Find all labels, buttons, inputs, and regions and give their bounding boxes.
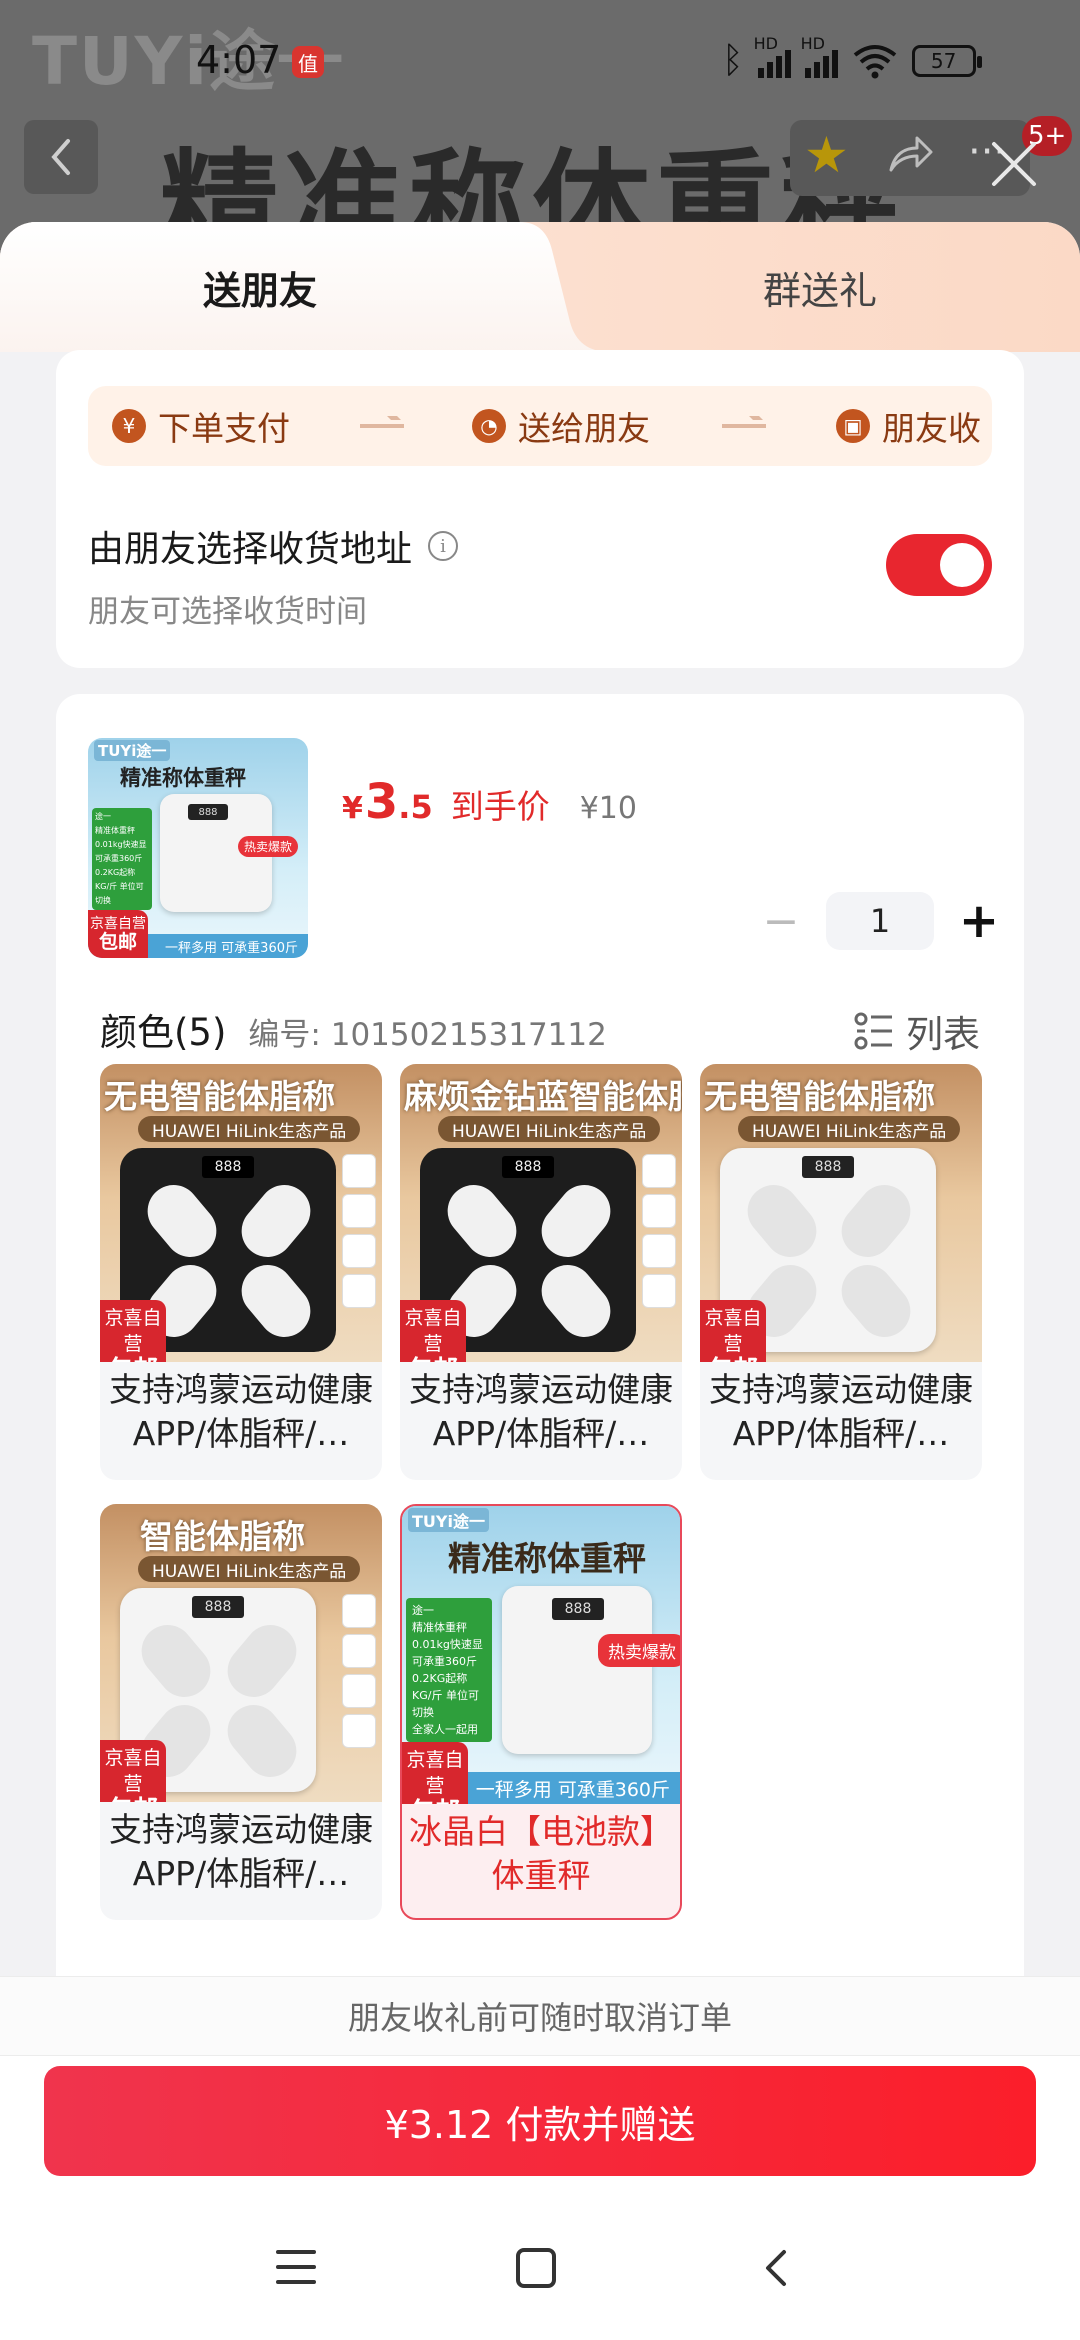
star-icon: ★ [804,126,849,184]
gift-options-card: ¥ 下单支付 ◔ 送给朋友 ▣ 朋友收 由朋友选择收货地址 i 朋友可选择收货时间 [56,350,1024,668]
cancel-notice: 朋友收礼前可随时取消订单 [0,1976,1080,2056]
gift-flow: ¥ 下单支付 ◔ 送给朋友 ▣ 朋友收 [88,386,992,466]
close-icon[interactable] [988,138,1040,190]
list-icon [854,1012,892,1050]
color-option-label: 支持鸿蒙运动健康APP/体脂秤/… [109,1810,373,1893]
feature-list: 途一 精准体重秤 0.01kg快速显 可承重360斤 0.2KG起称 KG/斤 … [92,808,152,910]
battery-icon: 57 [911,44,982,77]
friend-address-toggle[interactable] [886,534,992,596]
color-option-image: 无电智能体脂称 HUAWEI HiLink生态产品 888 京喜自营包邮 [700,1064,982,1362]
product-code: 编号: 10150215317112 [248,1017,607,1053]
flow-step-send: ◔ 送给朋友 [472,386,650,466]
color-option[interactable]: 无电智能体脂称 HUAWEI HiLink生态产品 888 京喜自营包邮 支持鸿… [700,1064,982,1480]
color-option-label: 冰晶白【电池款】体重秤 [409,1812,673,1895]
bluetooth-icon: ᛒ [722,40,744,81]
tab-send-friend[interactable]: 送朋友 [0,222,520,352]
quantity-value[interactable]: 1 [826,892,934,950]
friend-address-subtitle: 朋友可选择收货时间 [88,594,367,630]
flow-step-receive: ▣ 朋友收 [836,386,981,466]
price-value: 3.5 [364,774,433,830]
product-image: TUYi途一 精准称体重秤 888 热卖爆款 途一 精准体重秤 0.01kg快速… [88,738,308,958]
yen-icon: ¥ [112,409,146,443]
quantity-plus-button[interactable]: + [954,893,1004,949]
menu-icon[interactable] [276,2250,316,2284]
gift-tabs: 送朋友 群送礼 [0,222,1080,352]
tab-group-gift[interactable]: 群送礼 [560,222,1080,352]
color-option-image: 智能体脂称 HUAWEI HiLink生态产品 888 京喜自营包邮 [100,1504,382,1802]
system-nav-bar [0,2192,1080,2340]
quantity-minus-button[interactable]: − [756,896,806,947]
color-options-grid: 无电智能体脂称 HUAWEI HiLink生态产品 888 京喜自营包邮 支持鸿… [100,1064,1034,1964]
color-option-selected[interactable]: TUYi途一 精准称体重秤 888 热卖爆款 途一 精准体重秤 0.01kg快速… [400,1504,682,1920]
color-title: 颜色(5) [100,1011,227,1054]
list-view-button[interactable]: 列表 [854,1004,980,1058]
pay-and-gift-button[interactable]: ¥3.12 付款并赠送 [44,2066,1036,2176]
status-bar: 4:07 值 ᛒ HD HD 57 [0,0,1080,110]
color-header: 颜色(5) 编号: 10150215317112 [100,1002,607,1056]
color-option[interactable]: 智能体脂称 HUAWEI HiLink生态产品 888 京喜自营包邮 支持鸿蒙运… [100,1504,382,1920]
home-icon[interactable] [516,2248,556,2288]
checkout-footer: 朋友收礼前可随时取消订单 ¥3.12 付款并赠送 [0,1976,1080,2340]
color-option-image: 麻烦金钻蓝智能体脂称 HUAWEI HiLink生态产品 888 京喜自营包邮 [400,1064,682,1362]
back-icon[interactable] [756,2248,796,2288]
arrow-icon [722,424,766,428]
price-label: 到手价 [450,787,550,826]
arrow-icon [360,424,404,428]
status-icons: ᛒ HD HD 57 [722,34,982,81]
quantity-stepper: − 1 + [756,892,1004,950]
app-notification-icon: 值 [292,46,324,78]
color-option[interactable]: 无电智能体脂称 HUAWEI HiLink生态产品 888 京喜自营包邮 支持鸿… [100,1064,382,1480]
signal-icon-1: HD [754,34,791,78]
background-back-button [24,120,98,194]
color-option-label: 支持鸿蒙运动健康APP/体脂秤/… [409,1370,673,1453]
original-price: ¥10 [579,791,637,826]
color-option-image: 无电智能体脂称 HUAWEI HiLink生态产品 888 京喜自营包邮 [100,1064,382,1362]
gift-icon: ▣ [836,409,870,443]
wifi-icon [853,44,896,78]
signal-icon-2: HD [801,34,838,78]
price-currency: ¥ [342,791,363,826]
flow-step-pay: ¥ 下单支付 [112,386,290,466]
color-option[interactable]: 麻烦金钻蓝智能体脂称 HUAWEI HiLink生态产品 888 京喜自营包邮 … [400,1064,682,1480]
info-icon[interactable]: i [428,531,459,561]
color-option-image: TUYi途一 精准称体重秤 888 热卖爆款 途一 精准体重秤 0.01kg快速… [402,1506,680,1804]
status-time: 4:07 [196,38,282,82]
price-row: ¥ 3.5 到手价 ¥10 [342,774,637,830]
friend-address-title: 由朋友选择收货地址 i [88,520,459,572]
chat-icon: ◔ [472,409,506,443]
share-icon [889,136,933,172]
color-option-label: 支持鸿蒙运动健康APP/体脂秤/… [709,1370,973,1453]
color-option-label: 支持鸿蒙运动健康APP/体脂秤/… [109,1370,373,1453]
